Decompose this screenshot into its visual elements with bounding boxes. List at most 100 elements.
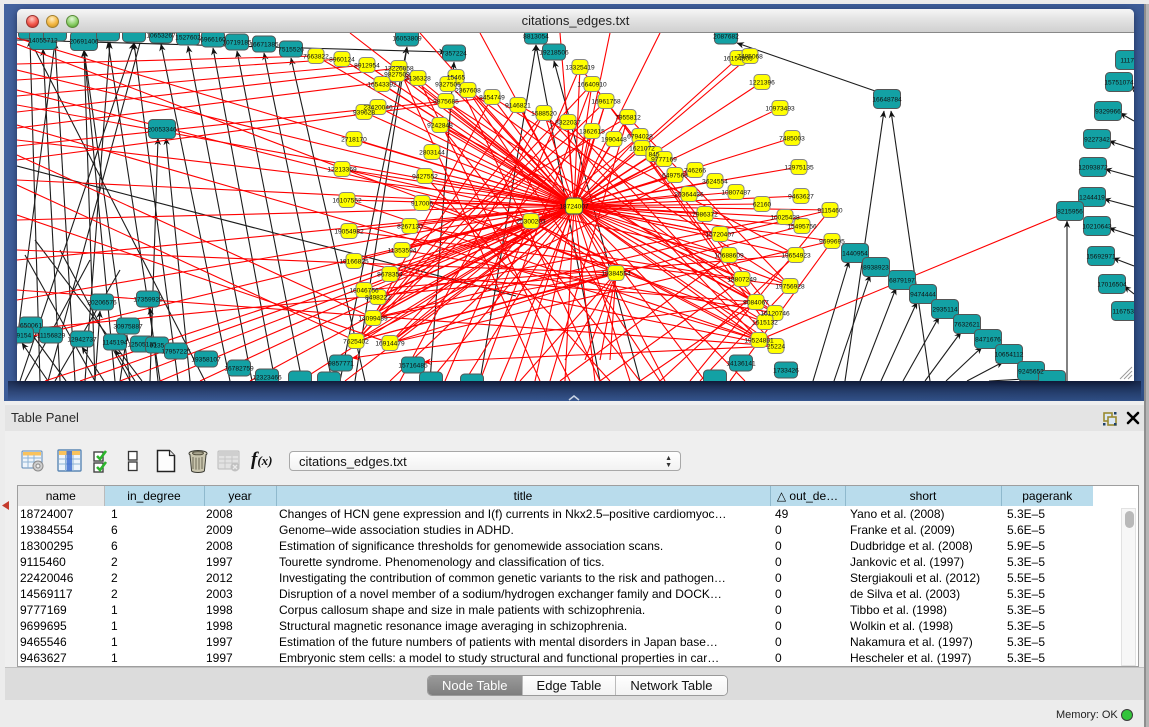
svg-text:19054982: 19054982 bbox=[334, 228, 364, 235]
svg-text:62160: 62160 bbox=[753, 201, 772, 208]
svg-text:16543392: 16543392 bbox=[367, 81, 397, 88]
svg-text:7515526: 7515526 bbox=[278, 46, 304, 53]
svg-text:10025438: 10025438 bbox=[770, 214, 800, 221]
svg-text:16648784: 16648784 bbox=[872, 96, 902, 103]
svg-text:8960124: 8960124 bbox=[329, 56, 355, 63]
svg-text:2803144: 2803144 bbox=[419, 149, 445, 156]
svg-text:20691406: 20691406 bbox=[69, 38, 99, 45]
svg-text:10719185: 10719185 bbox=[222, 39, 252, 46]
svg-text:16046756: 16046756 bbox=[349, 287, 379, 294]
svg-text:18807249: 18807249 bbox=[727, 276, 757, 283]
svg-text:9857771: 9857771 bbox=[328, 360, 354, 367]
svg-text:16914479: 16914479 bbox=[375, 340, 405, 347]
svg-text:17957225: 17957225 bbox=[161, 348, 191, 355]
svg-text:7632621: 7632621 bbox=[954, 321, 980, 328]
svg-text:9699695: 9699695 bbox=[819, 238, 845, 245]
svg-text:10973493: 10973493 bbox=[765, 105, 795, 112]
svg-text:7357224: 7357224 bbox=[441, 50, 467, 57]
svg-text:16053809: 16053809 bbox=[392, 35, 422, 42]
svg-text:9227342: 9227342 bbox=[1084, 136, 1110, 143]
svg-text:1221396: 1221396 bbox=[749, 79, 775, 86]
svg-text:3624554: 3624554 bbox=[702, 178, 728, 185]
svg-text:7986372: 7986372 bbox=[692, 211, 718, 218]
svg-text:14055712: 14055712 bbox=[28, 37, 58, 44]
svg-text:12093872: 12093872 bbox=[1078, 164, 1108, 171]
svg-text:19756928: 19756928 bbox=[775, 283, 805, 290]
svg-text:11353594: 11353594 bbox=[388, 247, 417, 254]
svg-text:15751074: 15751074 bbox=[1104, 79, 1134, 86]
svg-text:8454749: 8454749 bbox=[479, 94, 505, 101]
svg-text:8813054: 8813054 bbox=[523, 33, 549, 40]
svg-text:8322037: 8322037 bbox=[555, 119, 581, 126]
svg-text:10653267: 10653267 bbox=[146, 33, 176, 39]
svg-text:25224: 25224 bbox=[767, 343, 786, 350]
svg-text:30975887: 30975887 bbox=[113, 323, 143, 330]
svg-text:1588520: 1588520 bbox=[531, 110, 557, 117]
svg-text:16120746: 16120746 bbox=[760, 310, 790, 317]
svg-text:20053346: 20053346 bbox=[147, 126, 177, 133]
svg-text:12213369: 12213369 bbox=[327, 166, 357, 173]
svg-text:10807487: 10807487 bbox=[721, 189, 751, 196]
svg-text:7485068: 7485068 bbox=[737, 53, 763, 60]
svg-text:1145194: 1145194 bbox=[102, 339, 128, 346]
svg-text:1244419: 1244419 bbox=[1079, 194, 1105, 201]
svg-text:17359928: 17359928 bbox=[133, 296, 163, 303]
svg-text:1362615: 1362615 bbox=[579, 128, 605, 135]
svg-text:7485003: 7485003 bbox=[779, 135, 805, 142]
svg-text:9242848: 9242848 bbox=[427, 122, 453, 129]
svg-text:9463627: 9463627 bbox=[788, 193, 814, 200]
svg-text:19218506: 19218506 bbox=[539, 49, 569, 56]
svg-text:14099489: 14099489 bbox=[358, 315, 388, 322]
svg-text:8215956: 8215956 bbox=[1057, 208, 1083, 215]
svg-text:16640910: 16640910 bbox=[577, 81, 607, 88]
svg-text:18724007: 18724007 bbox=[559, 203, 589, 210]
svg-text:2718170: 2718170 bbox=[341, 136, 367, 143]
svg-text:9245652: 9245652 bbox=[1018, 368, 1044, 375]
svg-text:15465: 15465 bbox=[447, 74, 466, 81]
svg-text:8471676: 8471676 bbox=[975, 336, 1001, 343]
svg-text:13325419: 13325419 bbox=[565, 64, 595, 71]
svg-text:8912954: 8912954 bbox=[354, 62, 380, 69]
svg-text:1615132: 1615132 bbox=[752, 319, 778, 326]
svg-text:3875685: 3875685 bbox=[433, 98, 459, 105]
svg-text:2087682: 2087682 bbox=[713, 33, 739, 40]
svg-text:746266: 746266 bbox=[684, 167, 706, 174]
svg-text:15720407: 15720407 bbox=[705, 231, 735, 238]
svg-text:15495756: 15495756 bbox=[787, 223, 817, 230]
svg-text:8267130: 8267130 bbox=[397, 223, 423, 230]
svg-text:1990448: 1990448 bbox=[601, 136, 627, 143]
svg-text:1440954: 1440954 bbox=[842, 250, 868, 257]
svg-text:39154: 39154 bbox=[17, 332, 31, 339]
svg-text:650061: 650061 bbox=[20, 322, 42, 329]
svg-text:19384554: 19384554 bbox=[601, 270, 631, 277]
svg-text:10654112: 10654112 bbox=[995, 351, 1024, 358]
svg-text:9777169: 9777169 bbox=[651, 156, 677, 163]
svg-text:10210643: 10210643 bbox=[1082, 223, 1112, 230]
svg-text:11174: 11174 bbox=[1120, 57, 1134, 64]
svg-text:19166825: 19166825 bbox=[339, 258, 369, 265]
svg-text:939628: 939628 bbox=[353, 109, 375, 116]
svg-text:6794028: 6794028 bbox=[627, 133, 653, 140]
svg-text:16671385: 16671385 bbox=[249, 41, 279, 48]
svg-text:16107552: 16107552 bbox=[332, 197, 362, 204]
svg-text:9474444: 9474444 bbox=[910, 291, 936, 298]
svg-text:8136328: 8136328 bbox=[405, 75, 431, 82]
svg-text:1733426: 1733426 bbox=[773, 367, 799, 374]
svg-text:9084067: 9084067 bbox=[743, 299, 769, 306]
svg-text:11156829: 11156829 bbox=[37, 332, 66, 339]
svg-text:7663822: 7663822 bbox=[303, 53, 329, 60]
svg-text:16961758: 16961758 bbox=[591, 98, 621, 105]
svg-text:9146821: 9146821 bbox=[505, 102, 531, 109]
svg-text:12975135: 12975135 bbox=[784, 164, 814, 171]
svg-text:9427552: 9427552 bbox=[412, 173, 438, 180]
svg-text:8678354: 8678354 bbox=[377, 271, 403, 278]
svg-text:25300203: 25300203 bbox=[516, 218, 546, 225]
svg-text:12323466: 12323466 bbox=[252, 374, 282, 381]
svg-text:7955812: 7955812 bbox=[615, 114, 641, 121]
svg-text:9115460: 9115460 bbox=[817, 207, 843, 214]
svg-text:8498222: 8498222 bbox=[365, 294, 391, 301]
svg-text:12942737: 12942737 bbox=[67, 336, 97, 343]
svg-text:8938923: 8938923 bbox=[863, 264, 889, 271]
svg-text:19358107: 19358107 bbox=[191, 356, 221, 363]
svg-text:9329966: 9329966 bbox=[1095, 108, 1121, 115]
